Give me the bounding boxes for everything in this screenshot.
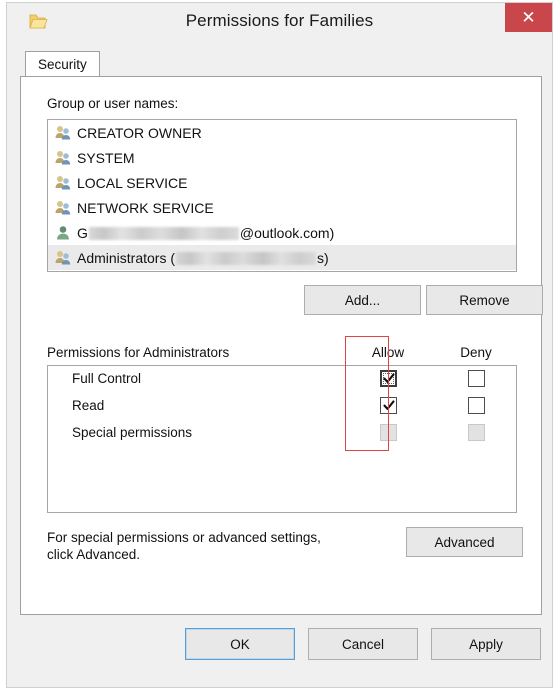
list-item-label: Administrators ( s) [77,250,329,266]
redaction-blur [88,227,239,241]
permission-name: Full Control [72,371,142,386]
list-item[interactable]: G @outlook.com) [48,220,516,245]
security-tab-panel: Group or user names: CREATOR OWNER SYSTE… [20,76,543,615]
tab-security[interactable]: Security [25,51,100,77]
list-item-label-prefix: Administrators ( [77,249,176,266]
apply-button[interactable]: Apply [431,628,541,660]
table-row: Special permissions [48,420,516,447]
permissions-listbox: Full Control Read Special permissions [47,365,517,513]
advanced-hint-line1: For special permissions or advanced sett… [47,530,321,545]
group-icon [54,149,72,166]
deny-checkbox-special-permissions [468,424,485,441]
group-or-user-names-label: Group or user names: [47,96,179,111]
list-item[interactable]: SYSTEM [48,145,516,170]
user-icon [54,224,72,241]
advanced-hint-line2: click Advanced. [47,547,141,562]
permissions-for-label: Permissions for Administrators [47,345,230,360]
list-item-label: NETWORK SERVICE [77,199,214,216]
table-row: Full Control [48,366,516,393]
close-icon[interactable]: ✕ [505,3,552,32]
title-bar: Permissions for Families ✕ [7,3,552,41]
page-title: Permissions for Families [185,11,374,30]
cancel-button[interactable]: Cancel [308,628,418,660]
allow-column-header: Allow [371,345,405,360]
allow-checkbox-read[interactable] [380,397,397,414]
list-item[interactable]: Administrators ( s) [48,245,516,270]
allow-checkbox-special-permissions [380,424,397,441]
permission-name: Special permissions [72,425,193,440]
list-item-label: LOCAL SERVICE [77,174,188,191]
list-item[interactable]: CREATOR OWNER [48,120,516,145]
permissions-dialog-window: Permissions for Families ✕ Security Grou… [6,2,553,688]
permission-name: Read [72,398,105,413]
table-row: Read [48,393,516,420]
list-item-label-prefix: G [77,224,88,241]
list-item[interactable]: NETWORK SERVICE [48,195,516,220]
redaction-blur [176,252,317,266]
tab-strip: Security [20,51,542,77]
check-icon [382,399,395,410]
list-item-label-suffix: @outlook.com) [239,224,335,241]
advanced-button[interactable]: Advanced [406,527,523,557]
list-item-label: SYSTEM [77,149,135,166]
group-icon [54,249,72,266]
check-icon [382,372,395,383]
group-icon [54,124,72,141]
advanced-hint-text: For special permissions or advanced sett… [47,529,397,563]
list-item-label: G @outlook.com) [77,225,334,241]
list-item-label-suffix: s) [317,249,329,266]
group-icon [54,199,72,216]
deny-checkbox-full-control[interactable] [468,370,485,387]
deny-column-header: Deny [460,345,492,360]
deny-checkbox-read[interactable] [468,397,485,414]
add-button[interactable]: Add... [304,285,421,315]
allow-checkbox-full-control[interactable] [380,370,397,387]
group-icon [54,174,72,191]
list-item[interactable]: LOCAL SERVICE [48,170,516,195]
remove-button[interactable]: Remove [426,285,543,315]
list-item-label: CREATOR OWNER [77,124,202,141]
ok-button[interactable]: OK [185,628,295,660]
group-user-listbox[interactable]: CREATOR OWNER SYSTEM LOCAL SERVICE NETWO… [47,119,517,272]
